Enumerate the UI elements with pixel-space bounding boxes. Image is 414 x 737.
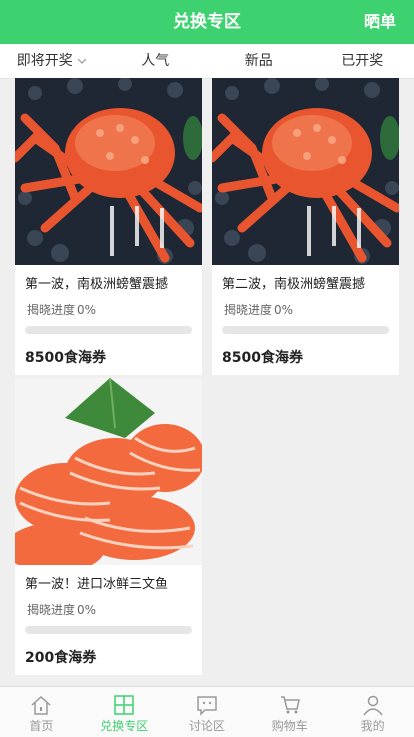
salmon-sashimi-image — [15, 378, 202, 565]
grid-icon — [113, 694, 135, 716]
progress-label-text: 揭晓进度 — [224, 303, 272, 317]
tabbar-label: 我的 — [361, 719, 385, 733]
progress-label: 揭晓进度0% — [25, 601, 192, 618]
tab-label: 人气 — [141, 53, 169, 69]
tab-popular[interactable]: 人气 — [104, 44, 208, 78]
progress-value: 0% — [77, 303, 96, 317]
progress-label-text: 揭晓进度 — [27, 303, 75, 317]
tab-label: 新品 — [245, 53, 273, 69]
tab-upcoming[interactable]: 即将开奖 — [0, 44, 104, 78]
product-card[interactable]: 第一波，南极洲螃蟹震撼 揭晓进度0% 8500食海券 — [15, 78, 202, 375]
progress-label-text: 揭晓进度 — [27, 603, 75, 617]
tabbar-label: 兑换专区 — [100, 719, 148, 733]
product-card[interactable]: 第一波！进口冰鲜三文鱼 揭晓进度0% 200食海券 — [15, 378, 202, 675]
product-price: 8500食海券 — [222, 347, 389, 375]
tab-new[interactable]: 新品 — [207, 44, 311, 78]
progress-label: 揭晓进度0% — [222, 301, 389, 318]
tabbar-item-exchange[interactable]: 兑换专区 — [83, 687, 166, 737]
progress-bar — [25, 626, 192, 634]
user-icon — [362, 694, 384, 716]
chevron-down-icon — [77, 58, 87, 65]
tabbar-item-cart[interactable]: 购物车 — [248, 687, 331, 737]
home-icon — [30, 694, 52, 716]
tabbar-item-discussion[interactable]: 讨论区 — [166, 687, 249, 737]
tabbar-label: 首页 — [29, 719, 53, 733]
tabbar-label: 讨论区 — [189, 719, 225, 733]
progress-bar — [222, 326, 389, 334]
share-order-button[interactable]: 晒单 — [364, 0, 396, 44]
king-crab-image — [15, 78, 202, 265]
bottom-tab-bar: 首页 兑换专区 讨论区 购物车 我的 — [0, 686, 414, 737]
progress-label: 揭晓进度0% — [25, 301, 192, 318]
product-name: 第二波，南极洲螃蟹震撼 — [222, 273, 389, 292]
product-price: 8500食海券 — [25, 347, 192, 375]
product-price: 200食海券 — [25, 647, 192, 675]
chat-icon — [196, 694, 218, 716]
progress-bar — [25, 326, 192, 334]
king-crab-image — [212, 78, 399, 265]
tabbar-item-home[interactable]: 首页 — [0, 687, 83, 737]
tabbar-item-profile[interactable]: 我的 — [331, 687, 414, 737]
tabbar-label: 购物车 — [272, 719, 308, 733]
product-name: 第一波，南极洲螃蟹震撼 — [25, 273, 192, 292]
tab-drawn[interactable]: 已开奖 — [311, 44, 414, 78]
product-name: 第一波！进口冰鲜三文鱼 — [25, 573, 192, 592]
cart-icon — [279, 694, 301, 716]
page-title: 兑换专区 — [0, 0, 414, 44]
product-grid: 第一波，南极洲螃蟹震撼 揭晓进度0% 8500食海券 第二波，南极洲螃蟹震撼 揭… — [0, 78, 414, 686]
tab-label: 已开奖 — [341, 53, 383, 69]
progress-value: 0% — [77, 603, 96, 617]
filter-tabs: 即将开奖 人气 新品 已开奖 — [0, 44, 414, 79]
app-header: 兑换专区 晒单 — [0, 0, 414, 44]
product-card[interactable]: 第二波，南极洲螃蟹震撼 揭晓进度0% 8500食海券 — [212, 78, 399, 375]
progress-value: 0% — [274, 303, 293, 317]
tab-label: 即将开奖 — [17, 53, 73, 69]
